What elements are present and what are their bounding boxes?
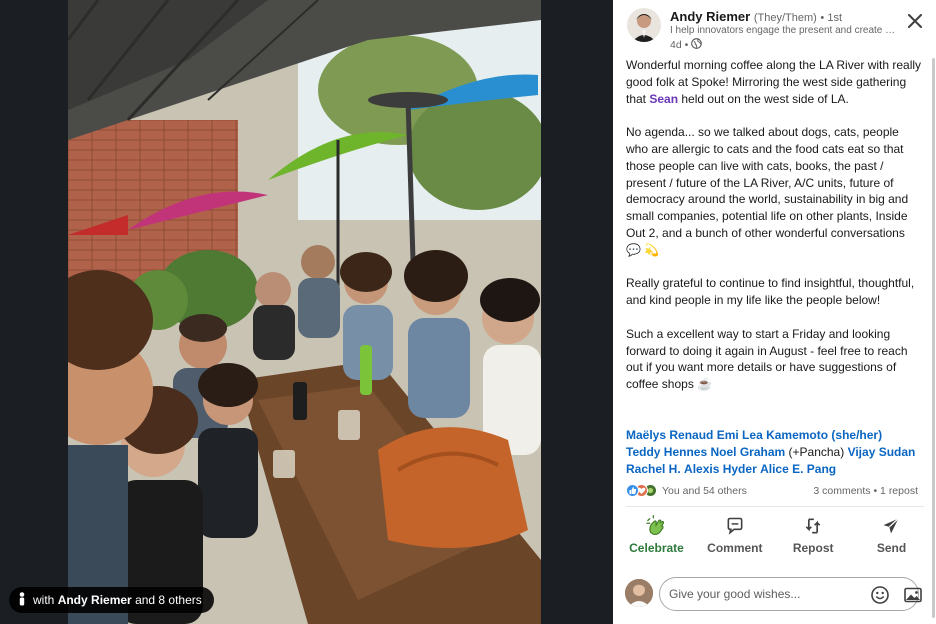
tagged-people: Maëlys Renaud Emi Lea Kamemoto (she/her)… (626, 427, 926, 477)
repost-icon (803, 514, 823, 538)
tag-link[interactable]: Maëlys Renaud (626, 428, 713, 442)
tag-note: (+Pancha) (785, 444, 848, 459)
comment-label: Comment (707, 541, 763, 555)
repost-label: Repost (792, 541, 834, 555)
author-name[interactable]: Andy Riemer (670, 9, 750, 24)
panel-scrollbar[interactable] (932, 58, 935, 618)
comment-icon (725, 514, 745, 538)
author-pronouns: (They/Them) (753, 12, 817, 24)
post-actions: Celebrate Comment Repost Send (619, 514, 929, 560)
tagged-people-chip[interactable]: with Andy Riemer and 8 others (9, 587, 214, 613)
tag-suffix: and 8 others (135, 593, 202, 607)
tag-link[interactable]: Alice E. Pang (760, 462, 836, 476)
comments-reposts-count[interactable]: 3 comments • 1 repost (813, 485, 918, 497)
author-avatar[interactable] (627, 8, 661, 42)
celebrate-label: Celebrate (629, 541, 684, 555)
current-user-avatar[interactable] (625, 579, 653, 607)
actions-divider (626, 506, 924, 507)
mention-link[interactable]: Sean (649, 92, 678, 106)
post-paragraph-1: Wonderful morning coffee along the LA Ri… (626, 58, 922, 106)
photo-illustration (68, 0, 541, 624)
celebrate-icon (645, 514, 668, 538)
image-icon[interactable] (903, 585, 923, 605)
author-headline: I help innovators engage the present and… (670, 25, 896, 36)
repost-button[interactable]: Repost (776, 514, 851, 560)
post-paragraph-2: No agenda... so we talked about dogs, ca… (626, 125, 909, 257)
send-button[interactable]: Send (854, 514, 929, 560)
tag-prefix: with (33, 593, 55, 607)
post-paragraph-3: Really grateful to continue to find insi… (626, 276, 915, 308)
author-line: Andy Riemer (They/Them) • 1st (670, 9, 842, 24)
celebrate-button[interactable]: Celebrate (619, 514, 694, 560)
close-button[interactable] (902, 10, 928, 36)
person-icon (19, 591, 25, 609)
globe-icon (691, 38, 703, 52)
send-label: Send (876, 541, 907, 555)
tag-link[interactable]: Vijay Sudan (848, 445, 916, 459)
send-icon (881, 514, 901, 538)
comment-composer (625, 577, 930, 611)
post-body: Wonderful morning coffee along the LA Ri… (626, 57, 923, 410)
connection-degree: • 1st (820, 12, 843, 24)
like-reaction-icon (626, 484, 639, 497)
photo-viewer: with Andy Riemer and 8 others (0, 0, 613, 624)
post-header: Andy Riemer (They/Them) • 1st I help inn… (627, 8, 896, 52)
close-icon (908, 13, 922, 33)
tag-link[interactable]: Teddy Hennes (626, 445, 707, 459)
post-paragraph-4: Such a excellent way to start a Friday a… (626, 326, 908, 392)
tag-link[interactable]: Rachel H. (626, 462, 681, 476)
comment-button[interactable]: Comment (697, 514, 772, 560)
tag-name: Andy Riemer (57, 593, 132, 607)
tag-link[interactable]: Alexis Hyder (684, 462, 757, 476)
emoji-icon[interactable] (870, 585, 890, 605)
tag-link[interactable]: Noel Graham (710, 445, 785, 459)
social-counts: You and 54 others 3 comments • 1 repost (626, 484, 926, 500)
reactions-summary[interactable]: You and 54 others (626, 484, 747, 497)
post-side-panel: Andy Riemer (They/Them) • 1st I help inn… (613, 0, 936, 624)
post-photo[interactable] (68, 0, 541, 624)
post-meta: 4d • (670, 38, 703, 52)
reactions-label: You and 54 others (662, 484, 747, 497)
post-time: 4d • (670, 39, 689, 51)
tag-link[interactable]: Emi Lea Kamemoto (she/her) (717, 428, 882, 442)
